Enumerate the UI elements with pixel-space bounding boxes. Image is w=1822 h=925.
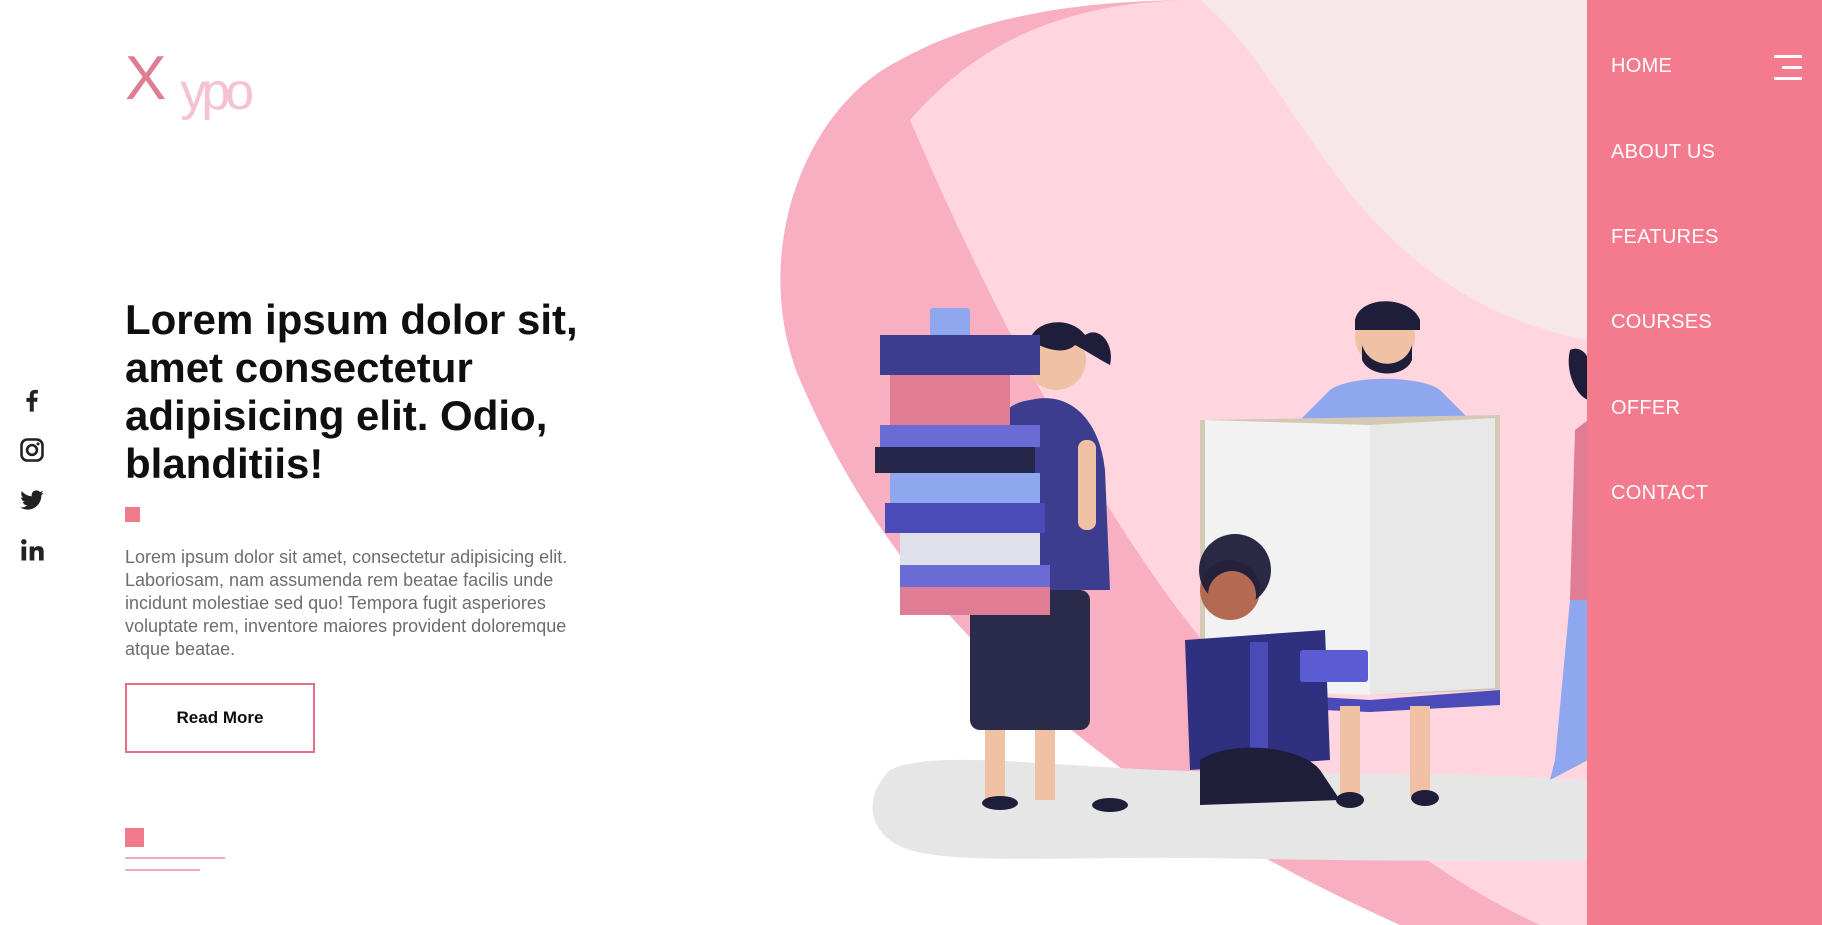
nav-item-contact[interactable]: CONTACT: [1611, 482, 1708, 505]
accent-square: [125, 507, 140, 522]
decorative-line: [125, 857, 225, 859]
hero-description: Lorem ipsum dolor sit amet, consectetur …: [125, 547, 568, 659]
nav-item-courses[interactable]: COURSES: [1611, 311, 1712, 334]
twitter-icon[interactable]: [18, 486, 46, 514]
reading-people-illustration: [780, 0, 1588, 925]
social-links: [18, 386, 46, 586]
logo[interactable]: Xypo: [125, 44, 254, 121]
logo-x: X: [125, 44, 167, 113]
read-more-button[interactable]: Read More: [125, 683, 315, 753]
nav-item-home[interactable]: HOME: [1611, 55, 1672, 78]
hamburger-menu-icon[interactable]: [1770, 55, 1802, 83]
hero-title: Lorem ipsum dolor sit, amet consectetur …: [125, 296, 578, 487]
decorative-square: [125, 828, 144, 847]
logo-text: ypo: [180, 63, 254, 121]
facebook-icon[interactable]: [18, 386, 46, 414]
nav-item-about-us[interactable]: ABOUT US: [1611, 141, 1715, 164]
nav-item-features[interactable]: FEATURES: [1611, 226, 1719, 249]
instagram-icon[interactable]: [18, 436, 46, 464]
side-navigation: HOME ABOUT US FEATURES COURSES OFFER CON…: [1587, 0, 1822, 925]
decorative-line: [125, 869, 200, 871]
nav-item-offer[interactable]: OFFER: [1611, 397, 1680, 420]
linkedin-icon[interactable]: [18, 536, 46, 564]
